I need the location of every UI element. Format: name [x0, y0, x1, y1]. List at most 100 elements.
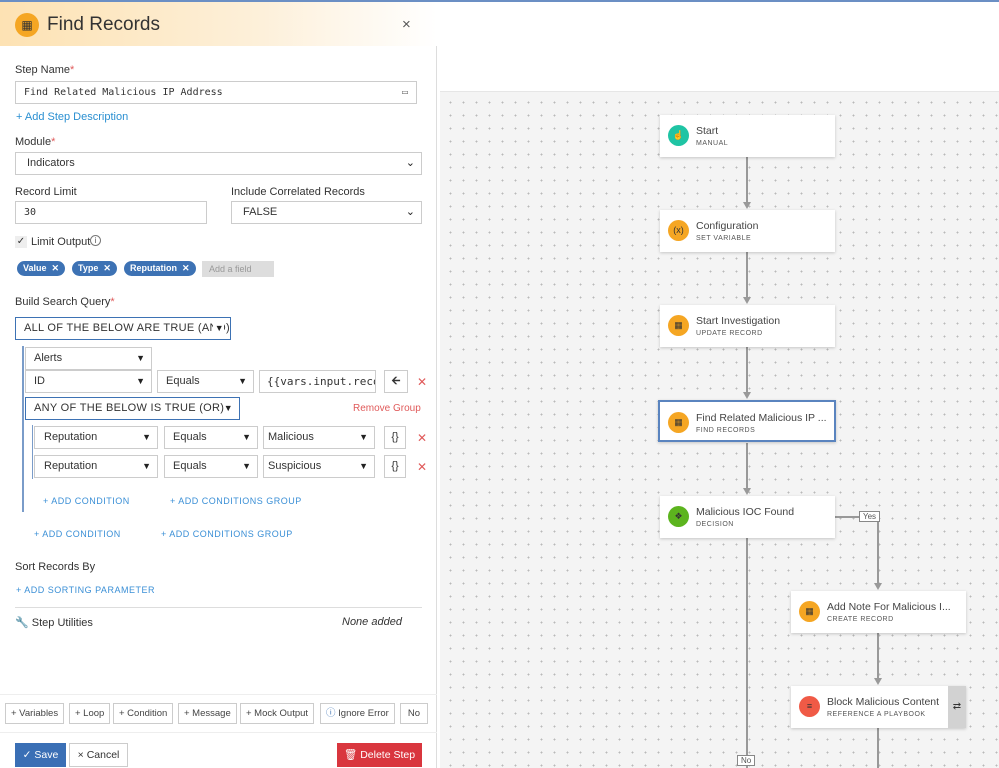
condition-operator-select[interactable]: Equals ▼ — [164, 455, 258, 478]
step-utilities-toggle[interactable]: 🔧 Step Utilities — [15, 616, 93, 629]
utilities-value: None added — [342, 616, 402, 628]
add-condition[interactable]: + ADD CONDITION — [34, 529, 121, 539]
expression-toggle-button[interactable]: {} — [384, 455, 406, 478]
connector — [746, 347, 748, 393]
remove-group-link[interactable]: Remove Group — [353, 403, 421, 414]
caret-down-icon: ▼ — [136, 353, 145, 363]
trash-icon: 🗑 — [343, 749, 358, 761]
find-records-icon: ▦ — [668, 412, 689, 433]
node-name: Configuration — [696, 220, 759, 232]
chevron-down-icon: ⌄ — [405, 157, 415, 169]
caret-down-icon: ▼ — [136, 376, 145, 386]
condition-field-select[interactable]: Reputation ▼ — [34, 426, 158, 449]
info-icon[interactable]: i — [90, 235, 101, 246]
panel-title: Find Records — [47, 14, 160, 35]
node-type: REFERENCE A PLAYBOOK — [827, 711, 926, 718]
condition-field-select[interactable]: Reputation ▼ — [34, 455, 158, 478]
add-group[interactable]: + ADD CONDITIONS GROUP — [161, 529, 293, 539]
create-record-icon: ▦ — [799, 601, 820, 622]
node-type: FIND RECORDS — [696, 427, 756, 434]
open-playbook-icon[interactable]: ⇄ — [948, 686, 966, 728]
sort-label: Sort Records By — [15, 561, 96, 573]
toolbar-button[interactable]: + Variables — [5, 703, 65, 724]
caret-down-icon: ▼ — [242, 432, 251, 442]
caret-down-icon: ▼ — [359, 432, 368, 442]
node-name: Start — [696, 125, 719, 137]
expression-icon[interactable]: ▭ — [402, 82, 408, 103]
step-panel: ▦ Find Records × Step Name* Find Related… — [0, 2, 437, 768]
connector — [746, 157, 748, 203]
field-tag-value: Value ✕ — [17, 261, 66, 276]
remove-condition-icon[interactable]: ✕ — [417, 460, 427, 474]
close-button[interactable]: × — [402, 16, 411, 33]
value-input[interactable]: {{vars.input.records[0].@id}} — [259, 370, 376, 393]
expression-toggle-button[interactable]: {} — [384, 426, 406, 449]
flow-node[interactable]: ▦ Start Investigation UPDATE RECORD — [660, 305, 835, 347]
connector-yes — [877, 516, 879, 584]
remove-tag-icon[interactable]: ✕ — [103, 263, 111, 273]
update-record-icon: ▦ — [668, 315, 689, 336]
remove-tag-icon[interactable]: ✕ — [182, 263, 190, 273]
add-sort-link[interactable]: + ADD SORTING PARAMETER — [16, 585, 155, 595]
caret-down-icon: ▼ — [223, 403, 233, 413]
arrow — [874, 678, 882, 685]
add-group-inner[interactable]: + ADD CONDITIONS GROUP — [170, 496, 302, 506]
add-condition-inner[interactable]: + ADD CONDITION — [43, 496, 130, 506]
remove-tag-icon[interactable]: ✕ — [52, 263, 60, 273]
node-name: Malicious IOC Found — [696, 506, 795, 518]
field-select[interactable]: ID ▼ — [25, 370, 152, 393]
caret-down-icon: ▼ — [359, 461, 368, 471]
toolbar-button[interactable]: + Mock Output — [240, 703, 315, 724]
node-type: UPDATE RECORD — [696, 330, 763, 337]
module-label: Module* — [15, 136, 56, 148]
save-button[interactable]: ✓ Save — [15, 743, 66, 767]
node-name: Start Investigation — [696, 315, 781, 327]
flow-node[interactable]: ≡ Block Malicious Content REFERENCE A PL… — [791, 686, 966, 728]
module-condition-select[interactable]: Alerts ▼ — [25, 347, 152, 370]
group-logic-select[interactable]: ANY OF THE BELOW IS TRUE (OR) ▼ — [25, 397, 240, 420]
toolbar-button[interactable]: + Message — [178, 703, 237, 724]
flow-node[interactable]: ▦ Find Related Malicious IP ... FIND REC… — [658, 400, 836, 442]
remove-condition-icon[interactable]: ✕ — [417, 375, 427, 389]
node-name: Block Malicious Content — [827, 696, 940, 708]
flow-node[interactable]: (x) Configuration SET VARIABLE — [660, 210, 835, 252]
field-tag-type: Type ✕ — [72, 261, 117, 276]
flow-node[interactable]: ▦ Add Note For Malicious I... CREATE REC… — [791, 591, 966, 633]
delete-step-button[interactable]: 🗑 Delete Step — [337, 743, 422, 767]
manual-trigger-icon: ☝ — [668, 125, 689, 146]
connector — [746, 443, 748, 489]
remove-condition-icon[interactable]: ✕ — [417, 431, 427, 445]
condition-operator-select[interactable]: Equals ▼ — [164, 426, 258, 449]
toolbar-button[interactable]: + Condition — [113, 703, 174, 724]
toolbar-button[interactable]: + Loop — [69, 703, 111, 724]
ignore-error-button[interactable]: ⓘ Ignore Error — [320, 703, 395, 724]
divider — [15, 607, 422, 608]
node-type: MANUAL — [696, 140, 729, 147]
node-name: Find Related Malicious IP ... — [696, 412, 827, 424]
group-line — [22, 346, 24, 512]
limit-output-checkbox[interactable]: ✓ — [15, 236, 27, 248]
condition-value-select[interactable]: Suspicious ▼ — [263, 455, 375, 478]
flow-node[interactable]: ❖ Malicious IOC Found DECISION — [660, 496, 835, 538]
cancel-button[interactable]: × Cancel — [69, 743, 128, 767]
condition-value-select[interactable]: Malicious ▼ — [263, 426, 375, 449]
operator-select[interactable]: Equals ▼ — [157, 370, 254, 393]
check-icon: ✓ — [22, 749, 32, 761]
record-limit-label: Record Limit — [15, 186, 77, 198]
connector — [746, 252, 748, 298]
node-type: DECISION — [696, 521, 734, 528]
correlated-select[interactable]: FALSE ⌄ — [231, 201, 422, 224]
find-records-icon: ▦ — [15, 13, 39, 37]
flow-node[interactable]: ☝ Start MANUAL — [660, 115, 835, 157]
caret-down-icon: ▼ — [142, 461, 151, 471]
query-logic-select[interactable]: ALL OF THE BELOW ARE TRUE (AND) ▼ — [15, 317, 231, 340]
ignore-error-value[interactable]: No — [400, 703, 428, 724]
add-field-input[interactable]: Add a field — [202, 261, 274, 277]
connector — [877, 632, 879, 679]
module-select[interactable]: Indicators ⌄ — [15, 152, 422, 175]
add-step-description-link[interactable]: + Add Step Description — [16, 111, 128, 123]
arrow-left-button[interactable]: 🡨 — [384, 370, 408, 393]
record-limit-input[interactable]: 30 — [15, 201, 207, 224]
decision-icon: ❖ — [668, 506, 689, 527]
step-name-input[interactable]: Find Related Malicious IP Address ▭ — [15, 81, 417, 104]
